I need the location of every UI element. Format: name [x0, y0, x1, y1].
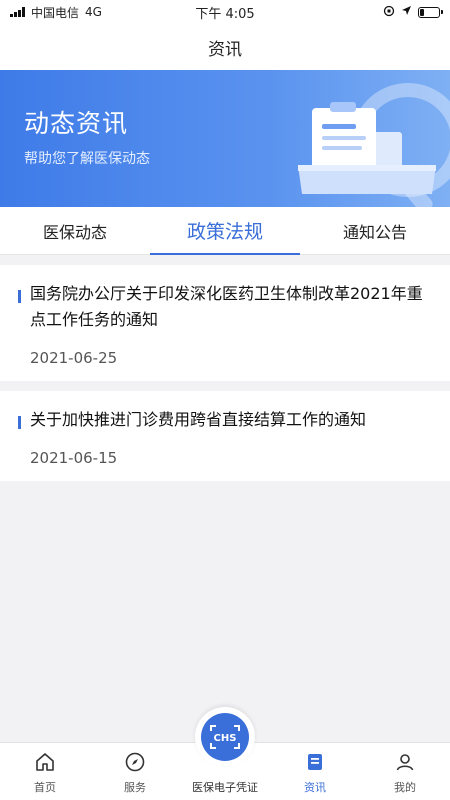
banner-subtitle: 帮助您了解医保动态 — [24, 151, 150, 167]
banner-title: 动态资讯 — [24, 109, 129, 138]
chs-scan-icon: CHS — [201, 713, 249, 761]
banner: 动态资讯 帮助您了解医保动态 — [0, 70, 450, 207]
news-list: 国务院办公厅关于印发深化医药卫生体制改革2021年重点工作任务的通知 2021-… — [0, 265, 450, 491]
news-item[interactable]: 关于加快推进门诊费用跨省直接结算工作的通知 2021-06-15 — [0, 391, 450, 481]
news-title: 关于加快推进门诊费用跨省直接结算工作的通知 — [30, 410, 367, 429]
chs-logo-text: CHS — [214, 733, 237, 744]
compass-icon — [122, 749, 148, 775]
tabbar-label: 我的 — [394, 781, 416, 794]
category-tabs: 医保动态 政策法规 通知公告 — [0, 207, 450, 255]
document-magnifier-illustration — [298, 83, 450, 207]
tab-policy-regulations[interactable]: 政策法规 — [150, 207, 300, 255]
home-icon — [32, 749, 58, 775]
page-title: 资讯 — [208, 39, 242, 60]
news-date: 2021-06-15 — [30, 449, 118, 467]
tab-notices[interactable]: 通知公告 — [300, 207, 450, 254]
nav-bar: 资讯 — [0, 24, 450, 70]
news-item[interactable]: 国务院办公厅关于印发深化医药卫生体制改革2021年重点工作任务的通知 2021-… — [0, 265, 450, 381]
tab-label: 医保动态 — [42, 222, 107, 242]
tabbar-label: 首页 — [34, 781, 56, 794]
battery-fill — [420, 8, 424, 16]
battery-icon — [418, 6, 443, 18]
bottom-tab-bar: 首页 服务 CHS 医保电子凭证 资讯 我的 — [0, 707, 450, 800]
tabbar-medical-voucher[interactable]: CHS 医保电子凭证 — [180, 707, 270, 800]
tabbar-news[interactable]: 资讯 — [270, 743, 360, 800]
accent-bar — [18, 290, 21, 303]
news-icon — [302, 749, 328, 775]
status-time: 下午 4:05 — [195, 6, 255, 22]
tabbar-label: 资讯 — [304, 781, 326, 794]
medical-voucher-button[interactable]: CHS — [195, 707, 255, 767]
user-icon — [392, 749, 418, 775]
tab-label: 通知公告 — [342, 222, 407, 242]
tabbar-label: 服务 — [124, 781, 146, 794]
tabbar-home[interactable]: 首页 — [0, 743, 90, 800]
accent-bar — [18, 416, 21, 429]
news-title: 国务院办公厅关于印发深化医药卫生体制改革2021年重点工作任务的通知 — [30, 284, 423, 329]
status-bar: 中国电信 4G 下午 4:05 — [0, 0, 450, 24]
tab-label: 政策法规 — [186, 221, 263, 243]
tabbar-service[interactable]: 服务 — [90, 743, 180, 800]
news-date: 2021-06-25 — [30, 349, 118, 367]
tab-medical-news[interactable]: 医保动态 — [0, 207, 150, 254]
tabbar-label: 医保电子凭证 — [192, 781, 258, 794]
tabbar-mine[interactable]: 我的 — [360, 743, 450, 800]
